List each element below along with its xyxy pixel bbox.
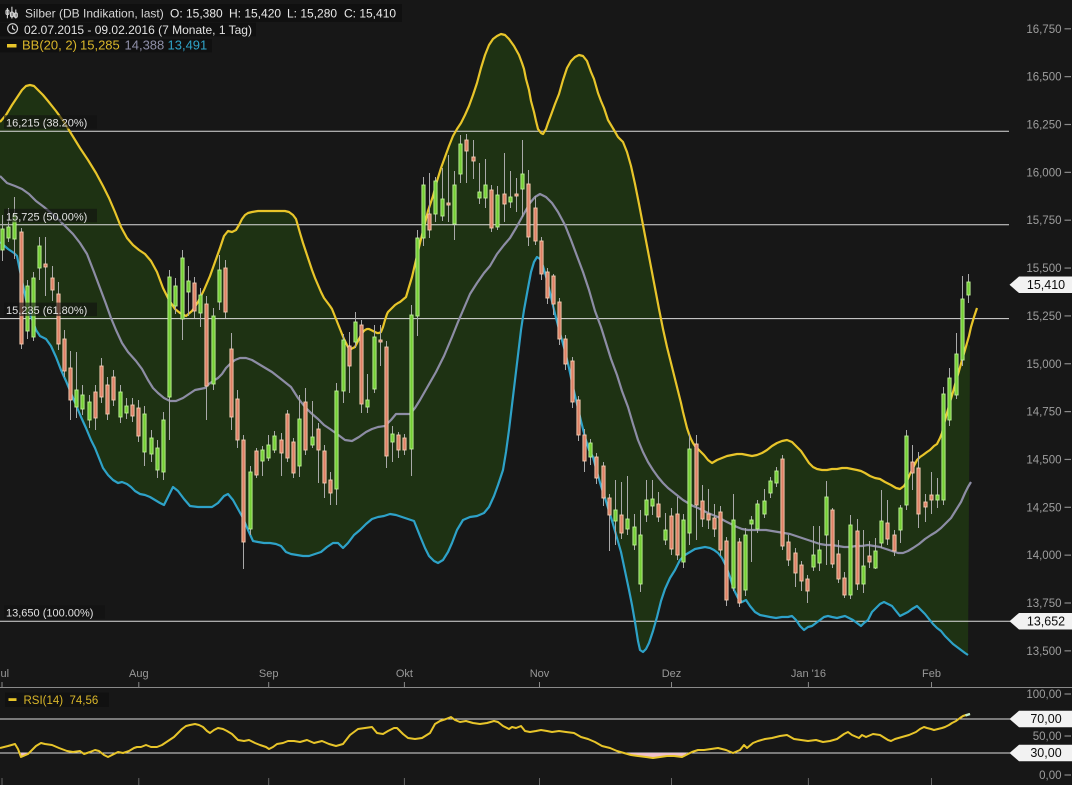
svg-text:02.07.2015 - 09.02.2016 (7 Mon: 02.07.2015 - 09.02.2016 (7 Monate, 1 Tag…	[24, 23, 252, 37]
svg-text:30,00: 30,00	[1030, 746, 1061, 760]
svg-text:14,500: 14,500	[1026, 454, 1061, 466]
svg-text:15,410: 15,410	[1027, 278, 1065, 292]
svg-text:Silber (DB Indikation, last): Silber (DB Indikation, last)	[25, 7, 164, 21]
svg-text:H: 15,420: H: 15,420	[229, 7, 281, 21]
svg-text:Aug: Aug	[129, 668, 149, 680]
svg-text:13,500: 13,500	[1026, 646, 1061, 658]
svg-text:14,388: 14,388	[125, 38, 165, 53]
svg-text:14,250: 14,250	[1026, 502, 1061, 514]
svg-text:15,235 (61.80%): 15,235 (61.80%)	[6, 305, 87, 317]
svg-text:C: 15,410: C: 15,410	[344, 7, 396, 21]
svg-text:Nov: Nov	[530, 668, 550, 680]
svg-text:13,650 (100.00%): 13,650 (100.00%)	[6, 608, 93, 620]
svg-text:16,750: 16,750	[1026, 24, 1061, 36]
svg-text:Dez: Dez	[662, 668, 682, 680]
svg-text:0,00: 0,00	[1039, 770, 1061, 782]
svg-text:13,750: 13,750	[1026, 598, 1061, 610]
svg-text:70,00: 70,00	[1030, 712, 1061, 726]
svg-text:14,000: 14,000	[1026, 550, 1061, 562]
svg-text:16,500: 16,500	[1026, 72, 1061, 84]
svg-text:16,215 (38.20%): 16,215 (38.20%)	[6, 118, 87, 130]
svg-text:16,250: 16,250	[1026, 120, 1061, 132]
svg-text:15,000: 15,000	[1026, 359, 1061, 371]
svg-text:O: 15,380: O: 15,380	[170, 7, 223, 21]
svg-text:15,750: 15,750	[1026, 215, 1061, 227]
svg-text:15,725 (50.00%): 15,725 (50.00%)	[6, 211, 87, 223]
svg-text:15,500: 15,500	[1026, 263, 1061, 275]
svg-text:Sep: Sep	[259, 668, 279, 680]
svg-text:16,000: 16,000	[1026, 167, 1061, 179]
svg-text:50,00: 50,00	[1033, 731, 1062, 743]
svg-text:Jan '16: Jan '16	[791, 668, 826, 680]
svg-text:RSI(14) 74,56: RSI(14) 74,56	[24, 695, 99, 707]
svg-text:Jul: Jul	[0, 668, 9, 680]
svg-text:L: 15,280: L: 15,280	[287, 7, 337, 21]
svg-text:14,750: 14,750	[1026, 407, 1061, 419]
svg-text:15,250: 15,250	[1026, 311, 1061, 323]
svg-text:13,491: 13,491	[168, 38, 208, 53]
svg-text:Feb: Feb	[922, 668, 941, 680]
svg-text:Okt: Okt	[396, 668, 413, 680]
svg-text:BB(20, 2): BB(20, 2)	[22, 38, 77, 53]
svg-text:15,285: 15,285	[80, 38, 120, 53]
svg-text:100,00: 100,00	[1026, 689, 1061, 701]
svg-text:13,652: 13,652	[1027, 614, 1065, 628]
